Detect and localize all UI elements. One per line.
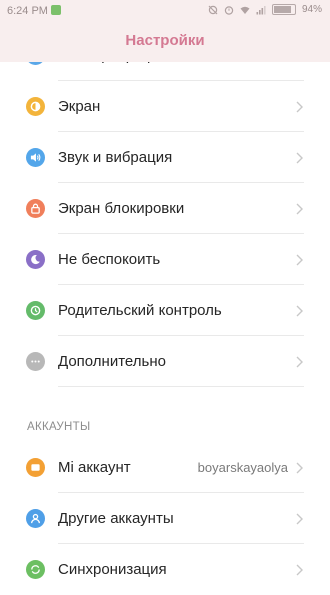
lock-icon: [26, 199, 45, 218]
divider: [58, 284, 304, 285]
settings-item-label: Родительский контроль: [58, 302, 222, 319]
divider: [58, 233, 304, 234]
settings-item[interactable]: Синхронизация: [0, 545, 330, 595]
settings-item-label: Другие аккаунты: [58, 510, 174, 527]
parental-clock-icon: [26, 301, 45, 320]
settings-item[interactable]: Экран: [0, 82, 330, 132]
divider: [58, 131, 304, 132]
alarm-icon: [224, 5, 234, 15]
chevron-right-icon: [294, 253, 304, 267]
page-title: Настройки: [125, 32, 205, 49]
settings-item-label: Синхронизация: [58, 561, 167, 578]
settings-item[interactable]: Другие аккаунты: [0, 494, 330, 544]
chevron-right-icon: [294, 512, 304, 526]
settings-item[interactable]: Родительский контроль: [0, 286, 330, 336]
header: 6:24 PM 94% Настройки: [0, 0, 330, 62]
chevron-right-icon: [294, 100, 304, 114]
settings-item-label: Экран блокировки: [58, 200, 185, 217]
signal-icon: [256, 5, 266, 14]
divider: [58, 492, 304, 493]
settings-item[interactable]: Звук и вибрация: [0, 133, 330, 183]
alarm-off-icon: [208, 5, 218, 14]
display-icon: [26, 97, 45, 116]
status-bar: 6:24 PM 94%: [0, 0, 330, 22]
speaker-icon: [26, 148, 45, 167]
settings-item[interactable]: Не беспокоить: [0, 235, 330, 285]
settings-item-label: Дополнительно: [58, 353, 166, 370]
divider: [58, 386, 304, 387]
status-time: 6:24 PM: [7, 5, 48, 17]
settings-item-label: Mi аккаунт: [58, 459, 131, 476]
settings-item[interactable]: Дополнительно: [0, 337, 330, 387]
divider: [58, 182, 304, 183]
more-dots-icon: [26, 352, 45, 371]
chevron-right-icon: [294, 151, 304, 165]
settings-item-label: Звук и вибрация: [58, 149, 173, 166]
moon-icon: [26, 250, 45, 269]
chevron-right-icon: [294, 563, 304, 577]
settings-item-label: Не беспокоить: [58, 251, 161, 268]
wifi-icon: [240, 6, 250, 14]
battery-icon: [271, 4, 296, 15]
divider: [58, 335, 304, 336]
settings-item[interactable]: Экран блокировки: [0, 184, 330, 234]
notification-app-icon: [51, 5, 61, 15]
mi-account-icon: [26, 458, 45, 477]
battery-percent: 94%: [301, 4, 322, 15]
chevron-right-icon: [294, 304, 304, 318]
sync-icon: [26, 560, 45, 579]
divider: [58, 80, 304, 81]
settings-item-value: boyarskayaolya: [197, 460, 288, 475]
chevron-right-icon: [294, 355, 304, 369]
person-icon: [26, 509, 45, 528]
settings-item[interactable]: Mi аккаунт boyarskayaolya: [0, 443, 330, 493]
section-title-accounts: АККАУНТЫ: [27, 421, 91, 433]
chevron-right-icon: [294, 461, 304, 475]
divider: [58, 543, 304, 544]
chevron-right-icon: [294, 202, 304, 216]
settings-item-label: Экран: [58, 98, 101, 115]
